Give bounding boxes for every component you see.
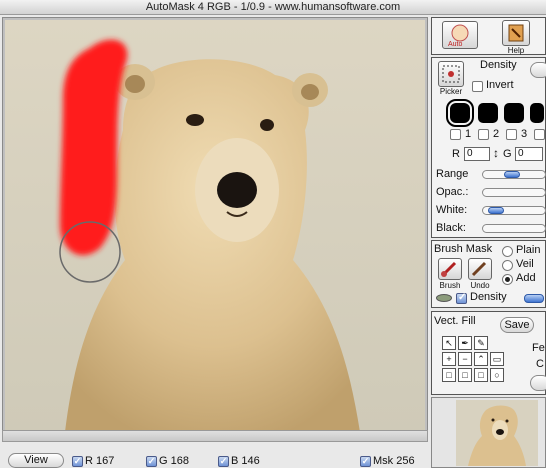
node-3-icon[interactable]: □ xyxy=(474,368,488,382)
logo-icon: Auto xyxy=(442,21,478,49)
g-readout: ✓ G 168 xyxy=(146,454,189,468)
image-canvas[interactable] xyxy=(2,17,428,442)
b-check-icon[interactable]: ✓ xyxy=(218,455,229,467)
range-slider-thumb[interactable] xyxy=(504,171,520,178)
black-label: Black: xyxy=(436,222,466,234)
rect-tool-icon[interactable]: ▭ xyxy=(490,352,504,366)
layer-3-label: 3 xyxy=(521,128,528,140)
picker-label: Picker xyxy=(439,87,463,96)
node-1-icon[interactable]: □ xyxy=(442,368,456,382)
picker-icon[interactable] xyxy=(438,61,464,87)
layer-1-label: 1 xyxy=(465,128,472,140)
msk-readout: ✓ Msk 256 xyxy=(360,454,415,468)
density-oval-icon xyxy=(436,294,452,302)
white-slider[interactable] xyxy=(482,206,546,215)
svg-text:Auto: Auto xyxy=(448,41,463,48)
ellipse-tool-icon[interactable]: ○ xyxy=(490,368,504,382)
g-field[interactable]: 0 xyxy=(515,147,543,161)
feather-label: Fe xyxy=(532,342,545,354)
window-title: AutoMask 4 RGB - 1/0.9 - www.humansoftwa… xyxy=(0,0,546,15)
layer-1-checkbox[interactable] xyxy=(450,129,461,140)
brush-size-medium[interactable] xyxy=(478,103,498,123)
arrow-tool-icon[interactable]: ↖ xyxy=(442,336,456,350)
view-button[interactable]: View xyxy=(8,453,64,468)
undo-tool-icon[interactable] xyxy=(468,258,492,280)
plain-label: Plain xyxy=(516,244,541,256)
convert-point-icon[interactable]: ⌃ xyxy=(474,352,488,366)
vect-option-button[interactable] xyxy=(530,375,546,391)
status-bar: View ✓ R 167 ✓ G 168 ✓ B 146 ✓ Msk 256 xyxy=(0,448,430,468)
r-field-label: R xyxy=(452,148,460,160)
add-radio[interactable] xyxy=(502,274,513,285)
black-slider[interactable] xyxy=(482,224,546,233)
brush-mask-panel: Brush Mask Brush Undo Plain Veil Add Den… xyxy=(431,240,546,308)
help-label: Help xyxy=(507,46,525,55)
pen-plus-tool-icon[interactable]: ✎ xyxy=(474,336,488,350)
density-title: Density xyxy=(480,59,517,71)
white-slider-thumb[interactable] xyxy=(488,207,504,214)
b-value: B 146 xyxy=(231,455,260,467)
opacity-slider[interactable] xyxy=(482,188,546,197)
c-label: C xyxy=(536,358,544,370)
layer-4-checkbox[interactable] xyxy=(534,129,545,140)
preview-thumbnail-panel xyxy=(431,397,546,468)
white-label: White: xyxy=(436,204,468,216)
remove-point-icon[interactable]: − xyxy=(458,352,472,366)
opacity-label: Opac.: xyxy=(436,186,469,198)
veil-label: Veil xyxy=(516,258,534,270)
range-slider[interactable] xyxy=(482,170,546,179)
range-label: Range xyxy=(436,168,469,180)
plain-radio[interactable] xyxy=(502,246,513,257)
node-2-icon[interactable]: □ xyxy=(458,368,472,382)
brush-size-tiny[interactable] xyxy=(530,103,544,123)
g-check-icon[interactable]: ✓ xyxy=(146,455,157,467)
invert-checkbox[interactable] xyxy=(472,81,483,92)
density-toggle-icon[interactable] xyxy=(524,294,544,303)
help-icon[interactable] xyxy=(502,20,530,46)
horizontal-scrollbar[interactable] xyxy=(2,430,428,442)
pen-tool-icon[interactable]: ✒ xyxy=(458,336,472,350)
save-button[interactable]: Save xyxy=(500,317,534,333)
msk-value: Msk 256 xyxy=(373,455,415,467)
invert-label: Invert xyxy=(486,79,514,91)
density-toggle-button[interactable] xyxy=(530,62,546,78)
brush-size-large[interactable] xyxy=(446,99,474,127)
polar-bear-photo[interactable] xyxy=(5,20,425,432)
brush-label: Brush xyxy=(439,281,461,290)
r-value: R 167 xyxy=(85,455,115,467)
layer-3-checkbox[interactable] xyxy=(506,129,517,140)
msk-check-icon[interactable]: ✓ xyxy=(360,455,371,467)
layer-2-checkbox[interactable] xyxy=(478,129,489,140)
density-checkbox[interactable] xyxy=(456,292,467,304)
g-field-label: G xyxy=(503,148,512,160)
r-readout: ✓ R 167 xyxy=(72,454,114,468)
add-point-icon[interactable]: + xyxy=(442,352,456,366)
r-check-icon[interactable]: ✓ xyxy=(72,455,83,467)
undo-label: Undo xyxy=(470,281,490,290)
brush-mask-title: Brush Mask xyxy=(434,243,493,255)
layer-2-label: 2 xyxy=(493,128,500,140)
brush-tool-icon[interactable] xyxy=(438,258,462,280)
b-readout: ✓ B 146 xyxy=(218,454,260,468)
r-field[interactable]: 0 xyxy=(464,147,490,161)
veil-radio[interactable] xyxy=(502,260,513,271)
g-value: G 168 xyxy=(159,455,189,467)
density-label: Density xyxy=(470,291,507,303)
brush-size-small[interactable] xyxy=(504,103,524,123)
vect-fill-title: Vect. Fill xyxy=(434,315,476,327)
preview-thumbnail[interactable] xyxy=(456,400,538,466)
vect-fill-panel: Vect. Fill Save ↖ ✒ ✎ + − ⌃ ▭ □ □ □ ○ Fe… xyxy=(431,311,546,395)
density-panel: Picker Density Invert 1 2 3 R 0 ↕ G 0 Ra… xyxy=(431,57,546,238)
add-label: Add xyxy=(516,272,536,284)
top-tool-panel: Auto Help xyxy=(431,17,546,55)
link-arrows-icon[interactable]: ↕ xyxy=(493,146,499,160)
